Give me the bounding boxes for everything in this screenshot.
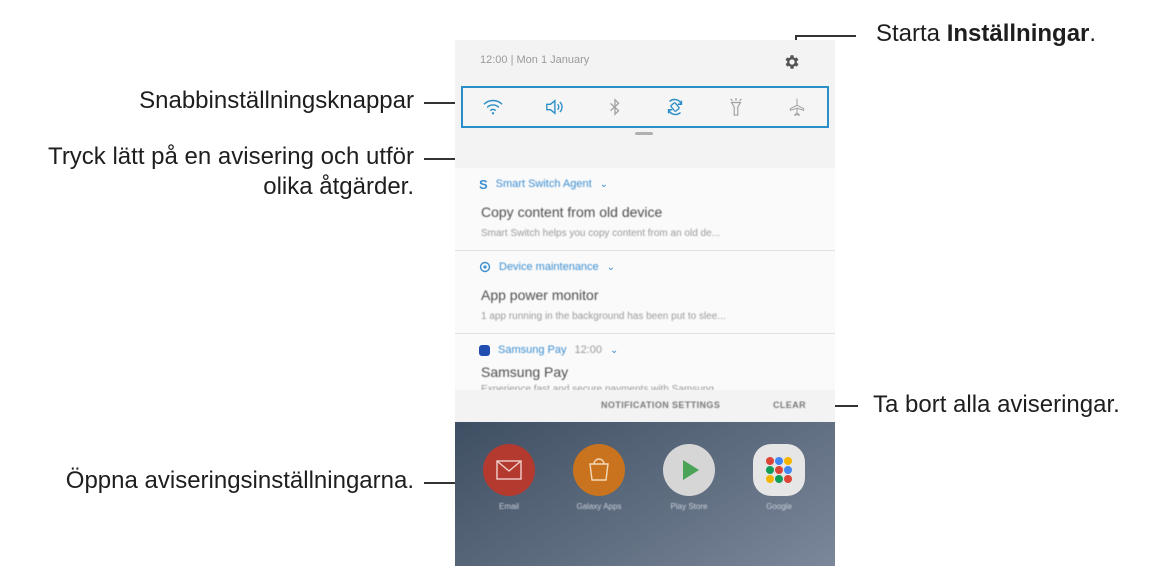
callout-clear-all: Ta bort alla aviseringar. (873, 391, 1120, 418)
sound-icon (546, 99, 563, 115)
chevron-down-icon[interactable]: ⌄ (610, 345, 618, 356)
notification-title: App power monitor (481, 287, 599, 303)
notification-app-name: Device maintenance (499, 261, 599, 273)
notification-header: Samsung Pay 12:00 ⌄ (479, 342, 618, 358)
home-app-label: Google (766, 502, 792, 511)
auto-rotate-icon (668, 98, 683, 116)
google-folder-icon[interactable] (753, 444, 805, 496)
flashlight-toggle[interactable] (721, 92, 751, 122)
notification-title: Samsung Pay (481, 364, 569, 380)
sound-toggle[interactable] (539, 92, 569, 122)
date-time: 12:00 | Mon 1 January (480, 54, 590, 66)
notification-header: S Smart Switch Agent ⌄ (479, 176, 608, 192)
airplane-mode-icon (789, 98, 804, 117)
airplane-mode-toggle[interactable] (782, 92, 812, 122)
notification-card[interactable]: S Smart Switch Agent ⌄ Copy content from… (455, 168, 835, 251)
notification-app-name: Samsung Pay (498, 344, 567, 356)
callout-settings: Starta Inställningar. (876, 20, 1097, 47)
notification-app-name: Smart Switch Agent (495, 178, 592, 190)
wifi-toggle[interactable] (478, 92, 508, 122)
notification-header: Device maintenance ⌄ (479, 259, 615, 275)
notification-card[interactable]: Device maintenance ⌄ App power monitor 1… (455, 251, 835, 334)
notification-card[interactable]: Samsung Pay 12:00 ⌄ Samsung Pay Experien… (455, 334, 835, 395)
notification-body: 1 app running in the background has been… (481, 311, 726, 322)
phone-notification-panel: 12:00 | Mon 1 January S Smart Switch Age… (455, 40, 835, 566)
gear-icon (785, 55, 799, 69)
smart-switch-icon: S (479, 176, 488, 192)
shopping-bag-icon (589, 458, 609, 481)
envelope-icon (496, 460, 522, 480)
home-app-label: Email (498, 502, 519, 511)
bluetooth-icon (609, 98, 620, 116)
chevron-down-icon[interactable]: ⌄ (600, 179, 608, 190)
clear-button[interactable]: CLEAR (773, 400, 806, 410)
status-row: 12:00 | Mon 1 January (455, 40, 835, 84)
play-store-icon[interactable] (663, 444, 715, 496)
quick-settings-panel (461, 86, 829, 128)
callout-tap-notification: Tryck lätt på en avisering och utför oli… (48, 143, 414, 200)
notification-actions: NOTIFICATION SETTINGS CLEAR (455, 390, 835, 422)
play-triangle-icon (683, 460, 699, 480)
panel-drag-handle[interactable] (635, 132, 653, 135)
callout-notification-settings: Öppna aviseringsinställningarna. (65, 467, 414, 494)
email-app-icon[interactable] (483, 444, 535, 496)
bluetooth-toggle[interactable] (600, 92, 630, 122)
chevron-down-icon[interactable]: ⌄ (607, 262, 615, 273)
galaxy-apps-icon[interactable] (573, 444, 625, 496)
settings-button[interactable] (780, 50, 804, 74)
auto-rotate-toggle[interactable] (660, 92, 690, 122)
callout-quick-settings: Snabbinställningsknappar (139, 87, 414, 114)
device-maintenance-icon (479, 261, 491, 273)
home-app-label: Galaxy Apps (576, 502, 622, 511)
samsung-pay-icon (479, 344, 490, 356)
notification-settings-button[interactable]: NOTIFICATION SETTINGS (601, 400, 720, 410)
wifi-icon (483, 99, 503, 115)
app-folder-icon (766, 457, 792, 483)
notification-body: Smart Switch helps you copy content from… (481, 228, 721, 239)
notification-time: 12:00 (574, 344, 603, 356)
settings-leader-line (796, 35, 856, 37)
home-screen-background: Email Galaxy Apps Play Store Google (455, 422, 835, 566)
flashlight-icon (730, 98, 742, 116)
home-app-label: Play Store (670, 502, 708, 511)
notification-title: Copy content from old device (481, 204, 663, 220)
